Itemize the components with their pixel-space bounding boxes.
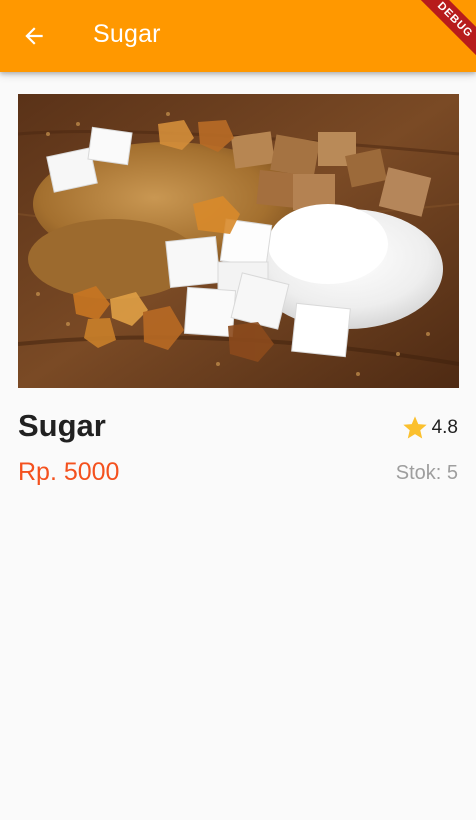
- arrow-back-icon: [25, 27, 43, 45]
- product-name: Sugar: [18, 408, 106, 443]
- app-bar: Sugar: [0, 0, 476, 72]
- product-price: Rp. 5000: [18, 458, 120, 486]
- product-stock: Stok: 5: [395, 462, 458, 484]
- product-image: [18, 94, 459, 388]
- debug-banner: DEBUG: [416, 0, 476, 60]
- rating-value: 4.8: [431, 417, 458, 438]
- back-button[interactable]: [10, 14, 58, 58]
- star-icon: [402, 416, 427, 439]
- page-title: Sugar: [93, 20, 161, 48]
- debug-banner-label: DEBUG: [416, 0, 476, 60]
- product-rating: 4.8: [401, 414, 458, 442]
- sugar-photo: [18, 94, 459, 388]
